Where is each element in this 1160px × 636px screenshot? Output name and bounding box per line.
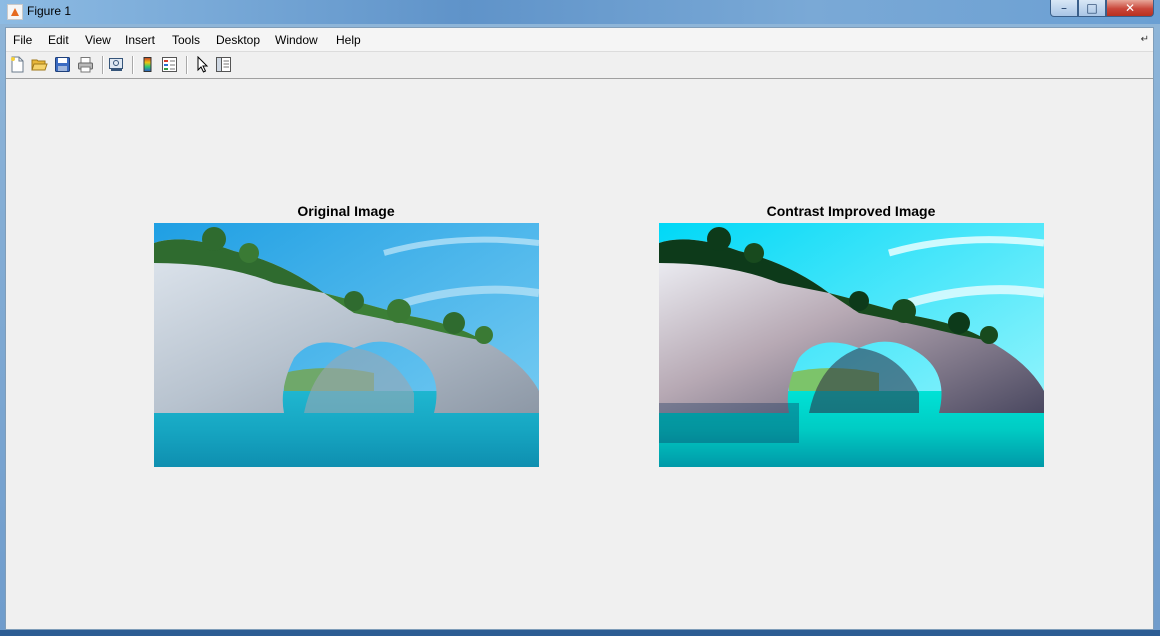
contrast-improved-image <box>659 223 1044 467</box>
open-file-icon[interactable] <box>31 56 48 73</box>
toolbar-separator <box>132 56 134 74</box>
subplot-title-contrast: Contrast Improved Image <box>766 203 936 219</box>
show-plot-tools-icon[interactable] <box>215 56 232 73</box>
original-image <box>154 223 539 467</box>
menu-bar: File Edit View Insert Tools Desktop Wind… <box>6 28 1153 52</box>
menu-help[interactable]: Help <box>336 33 361 47</box>
new-figure-icon[interactable] <box>9 56 26 73</box>
contrast-improved-image-scene <box>659 223 1044 467</box>
title-bar[interactable]: Figure 1 – □ ✕ <box>0 0 1160 24</box>
print-preview-icon[interactable] <box>108 56 125 73</box>
menu-desktop[interactable]: Desktop <box>216 33 260 47</box>
insert-legend-icon[interactable] <box>161 56 178 73</box>
figure-client-area: File Edit View Insert Tools Desktop Wind… <box>5 27 1154 630</box>
window-title: Figure 1 <box>27 4 72 18</box>
menu-dock-arrow-icon[interactable]: ↵ <box>1141 34 1149 45</box>
minimize-button[interactable]: – <box>1050 0 1078 17</box>
taskbar-strip <box>0 630 1160 636</box>
menu-view[interactable]: View <box>85 33 111 47</box>
figure-toolbar <box>6 52 1153 79</box>
toolbar-separator <box>102 56 104 74</box>
print-figure-icon[interactable] <box>77 56 94 73</box>
menu-tools[interactable]: Tools <box>172 33 200 47</box>
maximize-button[interactable]: □ <box>1078 0 1106 17</box>
save-figure-icon[interactable] <box>54 56 71 73</box>
menu-insert[interactable]: Insert <box>125 33 155 47</box>
menu-window[interactable]: Window <box>275 33 318 47</box>
original-image-scene <box>154 223 539 467</box>
toolbar-separator <box>186 56 188 74</box>
matlab-logo-icon <box>7 4 23 20</box>
figure-window: Figure 1 – □ ✕ File Edit View Insert Too… <box>0 0 1160 636</box>
menu-file[interactable]: File <box>13 33 32 47</box>
subplot-title-original: Original Image <box>297 203 395 219</box>
menu-edit[interactable]: Edit <box>48 33 69 47</box>
close-button[interactable]: ✕ <box>1106 0 1154 17</box>
edit-plot-icon[interactable] <box>194 56 211 73</box>
insert-colorbar-icon[interactable] <box>139 56 156 73</box>
